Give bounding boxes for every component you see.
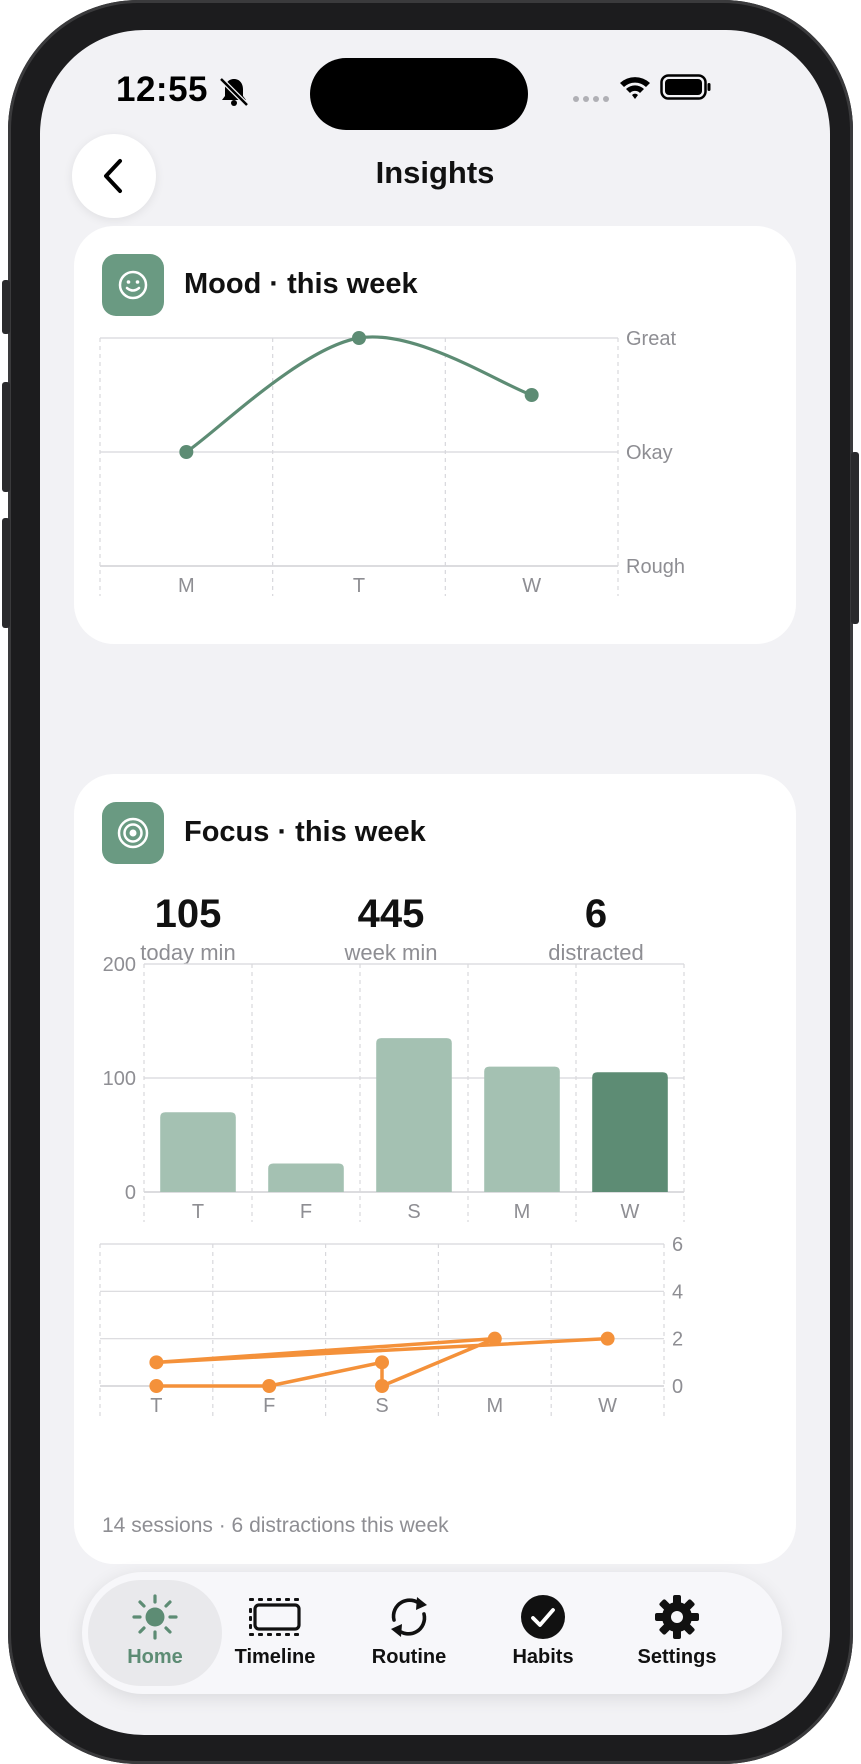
distraction-point [487, 1331, 502, 1346]
focus-bar [376, 1038, 452, 1192]
page-title: Insights [375, 155, 495, 190]
distraction-point [600, 1331, 615, 1346]
bar-x-label: S [407, 1201, 420, 1223]
dist-y-tick: 6 [672, 1234, 683, 1256]
bar-x-label: W [621, 1201, 640, 1223]
mood-point [352, 331, 366, 345]
focus-bar [160, 1112, 236, 1192]
volume-down-button [2, 518, 10, 628]
mood-x-label: W [522, 575, 541, 597]
bell-muted-icon [219, 77, 249, 107]
tab-timeline-label: Timeline [234, 1646, 316, 1668]
focus-summary: 14 sessions · 6 distractions this week [102, 1514, 449, 1537]
mood-y-label: Great [626, 328, 676, 350]
gear-icon [655, 1595, 699, 1639]
bar-y-tick: 0 [125, 1182, 136, 1204]
phone-frame: 12:55 Insights Mood · this week Rough Ok… [2, 0, 859, 1764]
dist-x-label: S [375, 1395, 388, 1417]
mood-point [179, 445, 194, 459]
refresh-icon [391, 1597, 427, 1637]
tab-settings-label: Settings [637, 1646, 717, 1668]
mood-series-line [185, 335, 533, 454]
bar-x-label: T [192, 1201, 204, 1223]
mood-y-label: Rough [626, 556, 685, 578]
mood-point [524, 388, 539, 402]
focus-charts: 0 100 200 T F S M W 0 2 4 6 T F S M W [99, 954, 685, 1417]
tab-habits[interactable]: Habits [476, 1580, 610, 1686]
focus-bar [484, 1066, 560, 1192]
dist-x-label: F [263, 1395, 275, 1417]
dist-x-label: W [598, 1395, 617, 1417]
focus-bar [268, 1163, 344, 1192]
screen: 12:55 Insights Mood · this week Rough Ok… [40, 30, 830, 1735]
timeline-icon [249, 1598, 301, 1636]
dist-y-tick: 2 [672, 1329, 683, 1351]
mood-y-label: Okay [626, 442, 673, 464]
wifi-icon [620, 77, 650, 99]
dist-y-tick: 4 [672, 1281, 683, 1303]
sun-icon [132, 1594, 178, 1640]
dist-y-tick: 0 [672, 1376, 683, 1398]
bar-x-label: M [514, 1201, 531, 1223]
tab-bar: Home Timeline Routine Habits Settings [82, 1572, 782, 1694]
status-time: 12:55 [116, 70, 209, 109]
tab-habits-label: Habits [512, 1646, 574, 1668]
distraction-point [149, 1379, 164, 1393]
tab-timeline[interactable]: Timeline [208, 1580, 342, 1686]
checkmark-circle-icon [521, 1595, 565, 1639]
tab-routine-label: Routine [371, 1646, 447, 1668]
dist-x-label: M [486, 1395, 503, 1417]
signal-dots-icon [573, 96, 609, 102]
power-button [851, 452, 859, 624]
distraction-point [375, 1379, 389, 1393]
mood-chart: Rough Okay Great M T W [99, 328, 685, 597]
distraction-point [262, 1379, 277, 1393]
volume-up-button [2, 382, 10, 492]
focus-card: Focus · this week 105 today min 445 week… [74, 774, 796, 1564]
focus-bar [592, 1072, 668, 1192]
tab-routine[interactable]: Routine [342, 1580, 476, 1686]
dist-x-label: T [150, 1395, 162, 1417]
dynamic-island [310, 58, 528, 130]
battery-icon [660, 74, 711, 100]
distraction-point [375, 1355, 389, 1370]
tab-home[interactable]: Home [88, 1580, 222, 1686]
mood-x-label: M [178, 575, 195, 597]
mood-x-label: T [353, 575, 365, 597]
mute-switch [2, 280, 10, 334]
tab-settings[interactable]: Settings [610, 1580, 744, 1686]
bar-y-tick: 100 [103, 1068, 136, 1090]
bar-x-label: F [300, 1201, 312, 1223]
bar-y-tick: 200 [103, 954, 136, 976]
tab-home-label: Home [127, 1646, 183, 1668]
distraction-point [149, 1355, 164, 1370]
mood-card: Mood · this week Rough Okay Great M T W [74, 226, 796, 644]
